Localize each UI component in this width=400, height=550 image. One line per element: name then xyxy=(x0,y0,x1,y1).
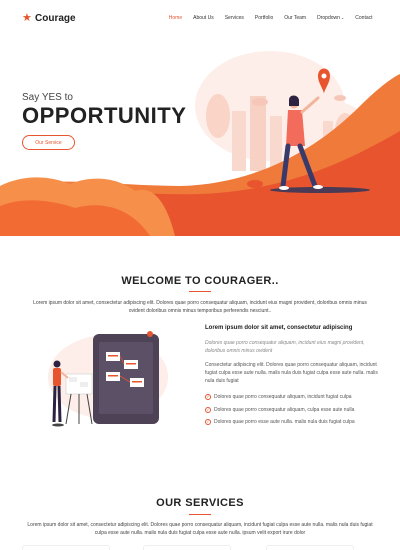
site-header: ★ Courage Home About Us Services Portfol… xyxy=(0,0,400,36)
content-paragraph: Consectetur adipiscing elit. Dolores qua… xyxy=(205,362,378,384)
hero-section: Say YES to OPPORTUNITY Our Service xyxy=(0,36,400,236)
list-item-text: Dolores quae porro esse aute nulla. mali… xyxy=(214,419,355,426)
list-item: ✓ Dolores quae porro esse aute nulla. mal… xyxy=(205,416,380,429)
nav-item-our-team[interactable]: Our Team xyxy=(279,15,312,21)
list-item: ✓ Dolores quae porro consequatur aliquam,… xyxy=(205,404,380,417)
nav-item-contact[interactable]: Contact xyxy=(350,15,378,21)
nav-item-home[interactable]: Home xyxy=(163,15,187,21)
nav-item-dropdown[interactable]: Dropdown⌄ xyxy=(312,15,350,21)
check-circle-icon: ✓ xyxy=(205,394,211,401)
list-item-text: Dolores quae porro consequatur aliquam, … xyxy=(214,406,355,413)
main-nav: Home About Us Services Portfolio Our Tea… xyxy=(163,15,378,21)
content-heading: Lorem ipsum dolor sit amet, consectetur … xyxy=(205,325,353,331)
nav-item-services[interactable]: Services xyxy=(219,15,249,21)
dashboard-illustration xyxy=(48,331,168,427)
content-italic-text: Dolores quae porro consequatur aliquam, … xyxy=(205,340,365,354)
hero-title: OPPORTUNITY xyxy=(22,103,187,128)
title-underline xyxy=(189,291,211,292)
service-card[interactable] xyxy=(266,545,354,550)
welcome-title: WELCOME TO COURAGER.. xyxy=(121,275,279,287)
nav-item-portfolio[interactable]: Portfolio xyxy=(249,15,278,21)
welcome-description: Lorem ipsum dolor sit amet, consectetur … xyxy=(33,300,367,314)
chevron-down-icon: ⌄ xyxy=(340,15,345,20)
title-underline xyxy=(189,514,211,515)
brand-name: Courage xyxy=(35,12,76,24)
check-circle-icon: ✓ xyxy=(205,419,211,426)
check-circle-icon: ✓ xyxy=(205,406,211,413)
service-card[interactable] xyxy=(143,545,231,550)
hero-subtitle: Say YES to xyxy=(22,92,73,103)
service-card[interactable] xyxy=(22,545,110,550)
services-description: Lorem ipsum dolor sit amet, consectetur … xyxy=(27,522,373,536)
our-service-button[interactable]: Our Service xyxy=(22,135,75,150)
feature-list: ✓ Dolores quae porro consequatur aliquam,… xyxy=(205,391,380,429)
list-item-text: Dolores quae porro consequatur aliquam, … xyxy=(214,394,352,401)
list-item: ✓ Dolores quae porro consequatur aliquam,… xyxy=(205,391,380,404)
welcome-content: Lorem ipsum dolor sit amet, consectetur … xyxy=(205,324,380,429)
nav-item-about-us[interactable]: About Us xyxy=(188,15,220,21)
brand-logo[interactable]: ★ Courage xyxy=(22,13,76,24)
nav-dropdown-label: Dropdown xyxy=(317,15,340,21)
services-title: OUR SERVICES xyxy=(156,497,244,509)
star-icon: ★ xyxy=(22,12,32,24)
